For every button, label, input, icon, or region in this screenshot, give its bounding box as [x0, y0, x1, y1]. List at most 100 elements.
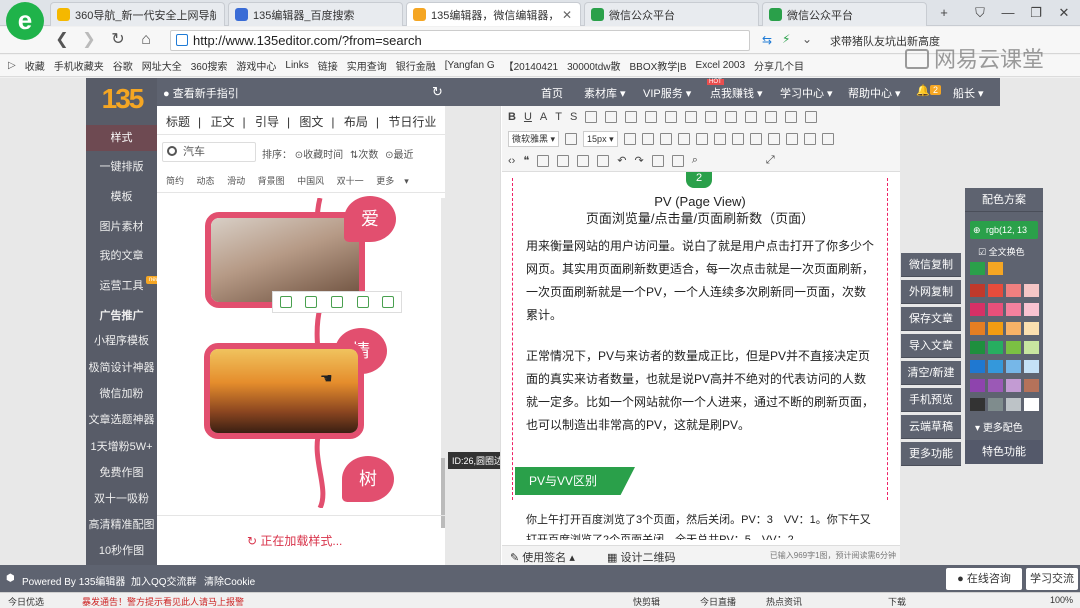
new-tab-icon[interactable]: +	[930, 2, 958, 24]
color-swatch[interactable]	[1024, 303, 1039, 316]
link-icon[interactable]	[749, 133, 762, 145]
preview-icon[interactable]	[651, 154, 664, 167]
grid-icon[interactable]	[659, 133, 672, 145]
status-hot-news[interactable]: 热点资讯	[766, 595, 802, 608]
chevron-down-icon[interactable]: ⌄	[802, 32, 812, 46]
more-features-button[interactable]: 更多功能	[901, 442, 961, 466]
emoji-icon[interactable]	[765, 111, 778, 123]
color-swatch[interactable]	[988, 398, 1003, 411]
save-icon[interactable]	[330, 296, 343, 308]
clear-cookie-link[interactable]: 清除Cookie	[204, 573, 255, 588]
scrollbar-thumb[interactable]	[441, 458, 445, 528]
format-icon[interactable]	[745, 111, 758, 123]
url-input[interactable]: http://www.135editor.com/?from=search	[170, 30, 750, 51]
anchor-icon[interactable]	[785, 133, 798, 145]
template-photo-frame[interactable]	[204, 343, 364, 439]
expand-icon[interactable]	[305, 296, 318, 308]
paragraph-icon[interactable]	[565, 133, 578, 145]
nav-learning[interactable]: 学习中心 ▾	[780, 85, 833, 101]
bookmark-item[interactable]: 谷歌	[113, 58, 133, 73]
study-exchange-button[interactable]: 学习交流	[1026, 568, 1078, 590]
bookmark-item[interactable]: 手机收藏夹	[54, 58, 104, 73]
style-search-input[interactable]: 汽车	[162, 142, 256, 162]
sidebar-item-growth[interactable]: 1天增粉5W+	[86, 434, 157, 460]
import-article-button[interactable]: 导入文章	[901, 334, 961, 358]
cloud-draft-button[interactable]: 云端草稿	[901, 415, 961, 439]
bookmark-item[interactable]: BBOX教学|B	[629, 58, 686, 73]
align-left-icon[interactable]	[585, 111, 598, 123]
tab-layout[interactable]: 布局	[344, 115, 368, 129]
color-swatch[interactable]	[970, 360, 985, 373]
font-family-select[interactable]: 微软雅黑 ▾	[508, 131, 560, 147]
article-heading[interactable]: PV (Page View) 页面浏览量/点击量/页面刷新数（页面）	[512, 193, 888, 227]
full-recolor-checkbox[interactable]: ☑ 全文换色	[978, 245, 1025, 258]
color-swatch[interactable]	[1024, 341, 1039, 354]
color-swatch[interactable]	[988, 262, 1003, 275]
map-icon[interactable]	[557, 154, 570, 167]
mobile-preview-button[interactable]: 手机预览	[901, 388, 961, 412]
add-color-icon[interactable]: ⊕	[973, 221, 981, 239]
paragraph[interactable]: 用来衡量网站的用户访问量。说白了就是用户点击打开了你多少个网页。其实用页面刷新数…	[526, 235, 876, 327]
section-tag[interactable]: PV与VV区别	[515, 467, 635, 495]
bookmark-item[interactable]: 实用查询	[347, 58, 387, 73]
feature-button[interactable]: 特色功能	[965, 440, 1043, 464]
sidebar-item-miniprogram[interactable]: 小程序模板	[86, 328, 157, 354]
qrcode-button[interactable]: ▦ 设计二维码	[607, 549, 675, 565]
color-swatch[interactable]	[1024, 398, 1039, 411]
settings-icon[interactable]	[382, 296, 395, 308]
search-replace-icon[interactable]: ⌕	[692, 154, 698, 167]
save-article-button[interactable]: 保存文章	[901, 307, 961, 331]
tag-item[interactable]: 简约	[166, 176, 184, 186]
html-icon[interactable]: ‹›	[508, 155, 515, 167]
back-icon[interactable]: ❮	[50, 29, 74, 51]
signature-button[interactable]: ✎ 使用签名 ▴	[510, 549, 575, 565]
color-swatch[interactable]	[1006, 322, 1021, 335]
minimize-icon[interactable]: —	[994, 2, 1022, 24]
qq-group-link[interactable]: 加入QQ交流群	[131, 573, 197, 588]
color-swatch[interactable]	[970, 341, 985, 354]
paragraph[interactable]: 正常情况下，PV与来访者的数量成正比，但是PV并不直接决定页面的真实来访者数量，…	[526, 345, 876, 437]
nav-materials[interactable]: 素材库 ▾	[584, 85, 626, 101]
color-swatch[interactable]	[988, 341, 1003, 354]
color-swatch[interactable]	[970, 262, 985, 275]
tab-title[interactable]: 标题	[166, 115, 190, 129]
spell-icon[interactable]	[623, 133, 636, 145]
status-quickcut[interactable]: 快剪辑	[633, 595, 660, 608]
bookmark-item[interactable]: Links	[285, 60, 308, 71]
bookmark-item[interactable]: 游戏中心	[236, 58, 276, 73]
superscript-icon[interactable]	[785, 111, 798, 123]
color-swatch[interactable]	[970, 303, 985, 316]
sidebar-item-typeset[interactable]: 一键排版	[86, 154, 157, 180]
sort-recent[interactable]: ⊙最近	[385, 150, 413, 161]
browser-tab[interactable]: 360导航_新一代安全上网导航	[50, 2, 225, 26]
font-color-icon[interactable]: A	[540, 111, 547, 123]
sidebar-item-quick-draw[interactable]: 10秒作图	[86, 538, 157, 564]
status-news-ticker[interactable]: 暴发通告！警方提示看见此人请马上报警	[82, 595, 244, 608]
bell-icon[interactable]: 🔔	[916, 84, 930, 97]
tab-holiday[interactable]: 节日行业	[388, 115, 436, 129]
user-menu[interactable]: 船长 ▾	[953, 85, 984, 101]
color-swatch[interactable]	[1006, 341, 1021, 354]
tag-more[interactable]: 更多 ▾	[376, 176, 409, 186]
lightning-icon[interactable]: ⚡	[782, 32, 790, 46]
align-right-icon[interactable]	[625, 111, 638, 123]
color-swatch[interactable]	[988, 303, 1003, 316]
maximize-editor-icon[interactable]: ⤢	[766, 154, 775, 167]
redo-icon[interactable]: ↷	[634, 154, 643, 167]
fullscreen-icon[interactable]	[671, 154, 684, 167]
tab-image-text[interactable]: 图文	[299, 115, 323, 129]
status-zoom[interactable]: 100%	[1050, 595, 1073, 605]
copy-icon[interactable]	[279, 296, 292, 308]
font-size-select[interactable]: 15px ▾	[583, 131, 618, 147]
clear-new-button[interactable]: 清空/新建	[901, 361, 961, 385]
justify-icon[interactable]	[645, 111, 658, 123]
bookmark-item[interactable]: Excel 2003	[696, 60, 745, 71]
image-icon[interactable]	[805, 111, 818, 123]
sidebar-item-hd-images[interactable]: 高清精准配图	[86, 512, 157, 538]
tag-item[interactable]: 中国风	[297, 176, 324, 186]
browser-logo-icon[interactable]: e	[6, 2, 44, 40]
site-logo[interactable]: 135	[98, 83, 146, 117]
bookmark-item[interactable]: 360搜索	[191, 58, 228, 73]
bookmark-item[interactable]: 分享几个目	[754, 58, 804, 73]
color-swatch[interactable]	[970, 284, 985, 297]
